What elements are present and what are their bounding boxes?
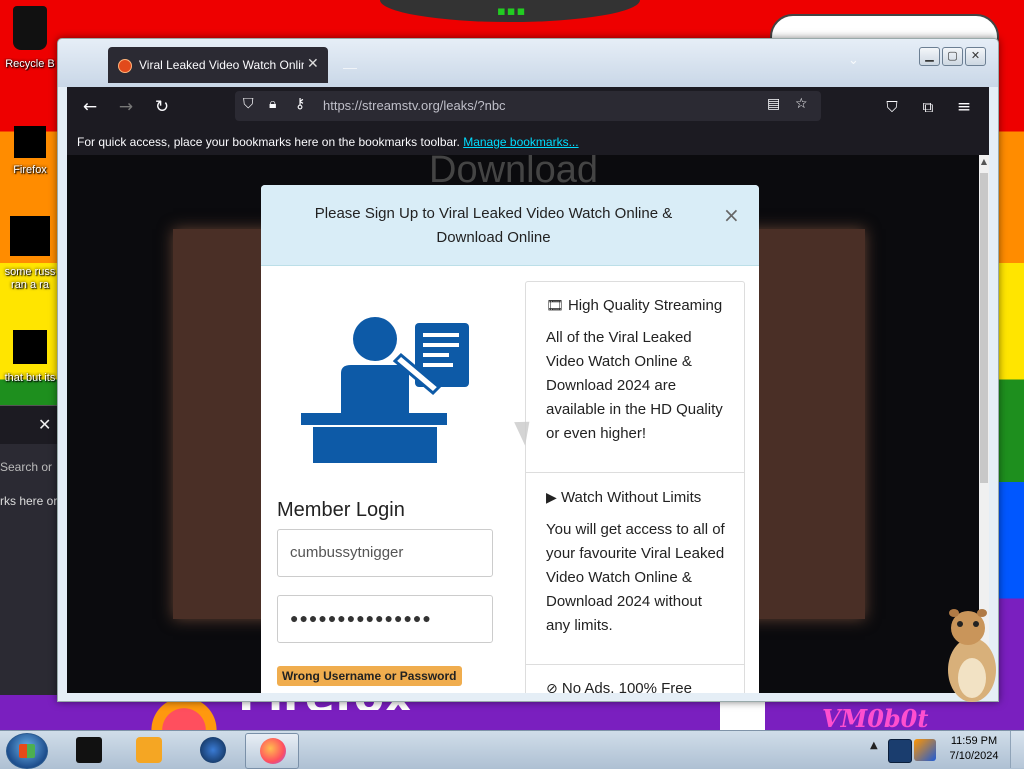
forward-arrow-icon[interactable]: → [114,95,138,119]
modal-title: Please Sign Up to Viral Leaked Video Wat… [314,205,673,246]
ban-icon: ⊘ [546,681,558,693]
new-tab-icon[interactable]: — [343,59,357,75]
clock-time: 11:59 PM [950,735,998,747]
login-error-badge: Wrong Username or Password [277,666,462,686]
taskbar-item-firefox[interactable] [245,733,299,769]
windows-logo-icon [19,744,35,758]
feature-heading: ▶ Watch Without Limits [546,488,726,508]
key-icon[interactable]: ⚷ [295,96,305,112]
feature-divider [526,664,744,665]
lock-icon[interactable]: 🔒︎ [269,96,276,112]
feature-item: ⊘ No Ads, 100% Free [546,679,726,693]
desktop-icon-some-russ[interactable]: some russ ran a ra [0,216,60,292]
show-hidden-icons-arrow-icon[interactable]: ▲ [870,740,878,751]
feature-divider [526,472,744,473]
firefox-icon [260,738,286,764]
browser-window: Viral Leaked Video Watch Onlin ✕ — ⌄ ▁ ▢… [57,38,999,702]
window-titlebar[interactable]: Viral Leaked Video Watch Onlin ✕ — ⌄ ▁ ▢… [58,39,998,87]
feature-body: All of the Viral Leaked Video Watch Onli… [546,329,723,442]
show-desktop-button[interactable] [1010,731,1024,768]
network-monitor-icon[interactable] [888,739,912,763]
youtube-play-icon: ▶ [546,490,557,506]
feature-heading-text: Watch Without Limits [560,489,702,506]
feature-body: You will get access to all of your favou… [546,521,725,634]
taskbar-item-app[interactable] [62,733,114,767]
feature-heading-text: No Ads, 100% Free [561,680,692,693]
minimize-button[interactable]: ▁ [919,47,940,66]
black-box-icon [76,737,102,763]
taskbar-item-globe[interactable] [186,733,238,767]
url-bar[interactable]: ⛉ 🔒︎ ⚷ https://streamstv.org/leaks/?nbc … [235,91,821,121]
pocket-icon[interactable]: ⛉ [880,95,904,119]
back-arrow-icon[interactable]: ← [78,95,102,119]
url-text[interactable]: https://streamstv.org/leaks/?nbc [323,98,506,113]
password-input[interactable]: ●●●●●●●●●●●●●●● [277,595,493,643]
site-favicon-icon [118,59,132,73]
tray-app-icon[interactable] [914,739,936,761]
tab-title: Viral Leaked Video Watch Onlin [139,58,304,72]
desktop-icon-label: some russ ran a ra [4,266,56,291]
wallpaper-vm-text: VM0b0t [822,704,929,733]
modal-close-button[interactable]: × [723,203,740,227]
desktop-icon-label: that but its [4,372,56,384]
firefox-shortcut-icon [14,126,46,158]
signup-modal: Please Sign Up to Viral Leaked Video Wat… [261,185,759,693]
recycle-bin-icon [13,6,47,50]
bookmarks-hint-text: For quick access, place your bookmarks h… [77,135,460,149]
wallpaper-green-dots: ▪▪▪ [497,4,527,19]
maximize-button[interactable]: ▢ [942,47,963,66]
reload-icon[interactable]: ↻ [150,95,174,119]
feature-heading: ⊘ No Ads, 100% Free [546,679,726,693]
feature-heading-text: High Quality Streaming [567,297,723,314]
background-browser-window[interactable]: ✕ Search or rks here or [0,405,60,695]
background-bookmark-text: rks here or [0,494,58,508]
scroll-thumb[interactable] [980,173,988,483]
file-icon [10,216,50,256]
nav-toolbar: ← → ↻ ⛉ 🔒︎ ⚷ https://streamstv.org/leaks… [67,87,989,127]
wallpaper-white-shape [720,700,765,730]
film-icon: 🎞 [546,298,564,314]
folder-icon [13,330,47,364]
clock-date: 7/10/2024 [949,750,999,762]
features-list: 🎞 High Quality Streaming All of the Vira… [525,281,745,693]
tab-close-icon[interactable]: ✕ [307,56,319,72]
desktop-icon-firefox[interactable]: Firefox [0,126,60,177]
close-icon[interactable]: ✕ [38,415,51,434]
bookmark-star-icon[interactable]: ☆ [795,96,808,112]
globe-icon [200,737,226,763]
extensions-icon[interactable]: ⧉ [916,95,940,119]
reader-view-icon[interactable]: ▤ [767,96,780,112]
member-reading-document-icon [301,317,469,463]
taskbar-item-media-player[interactable] [122,733,174,767]
feature-item: 🎞 High Quality Streaming All of the Vira… [546,296,726,446]
menu-hamburger-icon[interactable]: ≡ [952,95,976,119]
scroll-up-arrow-icon[interactable]: ▲ [979,157,989,166]
background-search-text[interactable]: Search or [0,460,52,474]
shield-icon[interactable]: ⛉ [243,96,254,112]
list-tabs-icon[interactable]: ⌄ [848,53,859,68]
media-player-icon [136,737,162,763]
desktop-icon-label: Firefox [13,164,47,176]
desktop-icon-that-but-its[interactable]: that but its [0,330,60,385]
close-window-button[interactable]: ✕ [965,47,986,66]
feature-heading: 🎞 High Quality Streaming [546,296,726,316]
browser-tab[interactable]: Viral Leaked Video Watch Onlin ✕ [108,47,328,83]
start-button[interactable] [6,733,48,769]
system-tray [882,733,942,767]
manage-bookmarks-link[interactable]: Manage bookmarks... [463,135,578,149]
bookmarks-toolbar: For quick access, place your bookmarks h… [67,127,989,155]
hamster-sticker-icon [948,609,996,702]
feature-item: ▶ Watch Without Limits You will get acce… [546,488,726,638]
bookmarks-hint: For quick access, place your bookmarks h… [77,135,579,149]
desktop-icon-label: Recycle B [5,58,55,70]
username-input[interactable]: cumbussytnigger [277,529,493,577]
desktop-icon-recycle-bin[interactable]: Recycle B [0,6,60,71]
taskbar-clock[interactable]: 11:59 PM 7/10/2024 [946,734,1002,764]
login-heading: Member Login [277,499,405,521]
modal-header: Please Sign Up to Viral Leaked Video Wat… [261,185,759,266]
